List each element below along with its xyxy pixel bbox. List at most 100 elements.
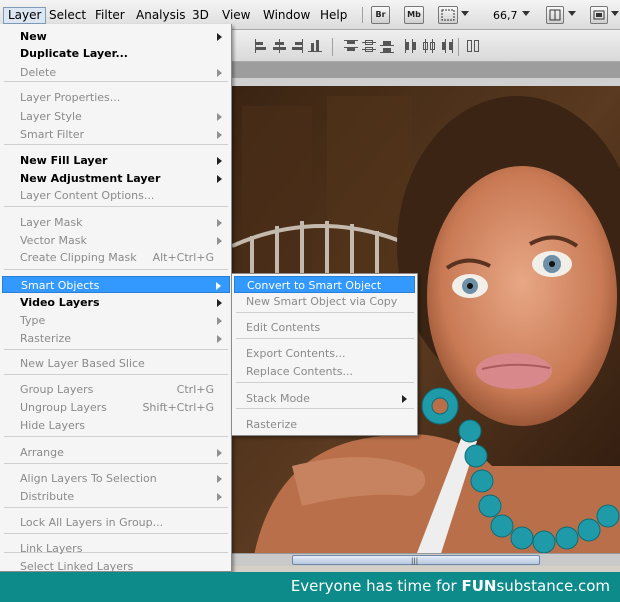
distribute-horizontal-centers-icon[interactable] [422, 39, 436, 53]
submenu-item-edit-contents[interactable]: Edit Contents [234, 319, 415, 336]
distribute-bottom-icon[interactable] [380, 39, 394, 53]
menu-item-new[interactable]: New [2, 28, 230, 45]
menu-item-smart-objects[interactable]: Smart Objects [2, 276, 230, 293]
auto-align-layers-icon[interactable] [466, 39, 480, 53]
menu-item-layer-style[interactable]: Layer Style [2, 108, 230, 125]
menu-item-create-clipping-mask[interactable]: Create Clipping Mask Alt+Ctrl+G [2, 249, 230, 266]
menu-select[interactable]: Select [45, 7, 90, 24]
menu-3d[interactable]: 3D [188, 7, 213, 24]
menu-item-label: Smart Filter [20, 128, 85, 141]
menu-item-delete[interactable]: Delete [2, 64, 230, 81]
distribute-right-icon[interactable] [440, 39, 454, 53]
menu-item-vector-mask[interactable]: Vector Mask [2, 232, 230, 249]
menu-item-label: Layer Properties... [20, 91, 121, 104]
menu-separator [4, 533, 228, 534]
submenu-item-label: Replace Contents... [246, 365, 353, 378]
submenu-item-label: Export Contents... [246, 347, 346, 360]
menu-item-link-layers[interactable]: Link Layers [2, 540, 230, 557]
submenu-item-new-smart-object-via-copy[interactable]: New Smart Object via Copy [234, 293, 415, 310]
menu-item-new-adjustment-layer[interactable]: New Adjustment Layer [2, 170, 230, 187]
menu-item-label: Distribute [20, 490, 75, 503]
menu-item-layer-content-options[interactable]: Layer Content Options... [2, 187, 230, 204]
submenu-arrow-icon [217, 317, 222, 325]
menu-item-new-layer-based-slice[interactable]: New Layer Based Slice [2, 355, 230, 372]
zoom-level[interactable]: 66,7 [489, 7, 522, 24]
submenu-item-label: Rasterize [246, 418, 298, 431]
menu-separator [4, 144, 228, 145]
view-extras-button[interactable] [438, 6, 458, 24]
screen-mode-button[interactable] [590, 6, 608, 24]
menu-separator [4, 436, 228, 437]
menu-item-lock-all-layers-in-group[interactable]: Lock All Layers in Group... [2, 514, 230, 531]
watermark-footer: Everyone has time for FUNsubstance.com [0, 572, 620, 602]
chevron-down-icon[interactable] [461, 11, 469, 16]
chevron-down-icon[interactable] [522, 11, 530, 16]
submenu-arrow-icon [217, 113, 222, 121]
menu-help[interactable]: Help [316, 7, 351, 24]
submenu-item-label: Convert to Smart Object [247, 279, 382, 292]
menu-item-shortcut: Alt+Ctrl+G [152, 251, 214, 264]
chevron-down-icon[interactable] [611, 11, 619, 16]
menu-view[interactable]: View [218, 7, 254, 24]
menu-item-label: New Fill Layer [20, 154, 108, 167]
menu-item-duplicate-layer[interactable]: Duplicate Layer... [2, 45, 230, 62]
submenu-separator [236, 312, 414, 313]
menu-item-hide-layers[interactable]: Hide Layers [2, 417, 230, 434]
menu-item-video-layers[interactable]: Video Layers [2, 294, 230, 311]
menu-item-group-layers[interactable]: Group Layers Ctrl+G [2, 381, 230, 398]
submenu-item-rasterize[interactable]: Rasterize [234, 416, 415, 433]
submenu-separator [236, 408, 414, 409]
menu-item-label: Video Layers [20, 296, 100, 309]
menu-item-rasterize[interactable]: Rasterize [2, 330, 230, 347]
submenu-separator [236, 338, 414, 339]
submenu-arrow-icon [217, 131, 222, 139]
minibridge-button[interactable]: Mb [404, 6, 424, 24]
menu-filter[interactable]: Filter [91, 7, 129, 24]
screen-mode-icon [593, 10, 605, 20]
submenu-item-label: New Smart Object via Copy [246, 295, 398, 308]
menu-item-type[interactable]: Type [2, 312, 230, 329]
submenu-item-replace-contents[interactable]: Replace Contents... [234, 363, 415, 380]
submenu-arrow-icon [217, 335, 222, 343]
menu-item-new-fill-layer[interactable]: New Fill Layer [2, 152, 230, 169]
submenu-arrow-icon [217, 299, 222, 307]
submenu-item-label: Stack Mode [246, 392, 310, 405]
menu-window[interactable]: Window [259, 7, 314, 24]
menu-analysis[interactable]: Analysis [132, 7, 189, 24]
submenu-item-export-contents[interactable]: Export Contents... [234, 345, 415, 362]
options-separator [458, 38, 459, 56]
align-horizontal-centers-icon[interactable] [272, 39, 286, 53]
distribute-top-icon[interactable] [344, 39, 358, 53]
bridge-button[interactable]: Br [371, 6, 390, 24]
menu-item-arrange[interactable]: Arrange [2, 444, 230, 461]
menu-item-label: Duplicate Layer... [20, 47, 128, 60]
menu-item-layer-properties[interactable]: Layer Properties... [2, 89, 230, 106]
distribute-left-icon[interactable] [404, 39, 418, 53]
menu-item-layer-mask[interactable]: Layer Mask [2, 214, 230, 231]
distribute-vertical-centers-icon[interactable] [362, 39, 376, 53]
align-right-edges-icon[interactable] [290, 39, 304, 53]
submenu-arrow-icon [216, 282, 221, 290]
menu-layer[interactable]: Layer [3, 7, 47, 24]
submenu-item-stack-mode[interactable]: Stack Mode [234, 390, 415, 407]
submenu-arrow-icon [217, 475, 222, 483]
align-bottom-icon[interactable] [308, 39, 322, 53]
menu-item-label: Create Clipping Mask [20, 251, 137, 264]
menu-item-shortcut: Shift+Ctrl+G [142, 401, 214, 414]
arrange-documents-button[interactable] [546, 6, 564, 24]
chevron-down-icon[interactable] [568, 11, 576, 16]
menu-item-smart-filter[interactable]: Smart Filter [2, 126, 230, 143]
menu-separator [4, 463, 228, 464]
menu-item-ungroup-layers[interactable]: Ungroup Layers Shift+Ctrl+G [2, 399, 230, 416]
menu-item-distribute[interactable]: Distribute [2, 488, 230, 505]
menu-item-label: Smart Objects [21, 279, 100, 292]
submenu-item-convert-to-smart-object[interactable]: Convert to Smart Object [234, 276, 415, 293]
grid-icon [441, 9, 455, 21]
scrollbar-thumb[interactable]: ||| [292, 555, 540, 565]
menu-item-align-layers-to-selection[interactable]: Align Layers To Selection [2, 470, 230, 487]
menu-item-label: Layer Content Options... [20, 189, 155, 202]
arrange-icon [549, 9, 561, 21]
align-left-edges-icon[interactable] [254, 39, 268, 53]
horizontal-scrollbar[interactable]: ||| [232, 553, 620, 566]
menu-separator [4, 269, 228, 270]
